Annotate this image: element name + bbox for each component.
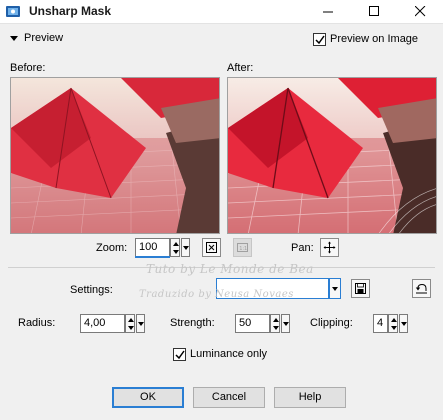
- title-bar: Unsharp Mask: [0, 0, 443, 24]
- pan-move-icon: [323, 241, 336, 254]
- reset-default-button[interactable]: [412, 279, 431, 298]
- clipping-label: Clipping:: [310, 317, 353, 329]
- minimize-icon: [322, 11, 333, 13]
- strength-label: Strength:: [170, 317, 215, 329]
- strength-dropdown-button[interactable]: [281, 314, 290, 333]
- checkmark-icon: [315, 35, 325, 45]
- zoom-actual-size-button[interactable]: 1:1: [233, 238, 252, 257]
- before-preview-picture: [11, 78, 219, 233]
- zoom-dropdown-button[interactable]: [181, 238, 190, 257]
- preview-on-image-label: Preview on Image: [330, 33, 419, 45]
- preview-on-image-checkbox[interactable]: [313, 33, 326, 46]
- reset-arrow-icon: [415, 283, 427, 294]
- window-title: Unsharp Mask: [29, 4, 112, 18]
- luminance-only-checkbox[interactable]: [173, 348, 186, 361]
- zoom-label: Zoom:: [96, 242, 128, 254]
- close-button[interactable]: [397, 0, 443, 24]
- collapse-triangle-icon: [10, 35, 18, 41]
- zoom-fit-icon: [206, 242, 217, 253]
- maximize-icon: [368, 6, 379, 16]
- minimize-button[interactable]: [305, 0, 351, 24]
- settings-dropdown-button[interactable]: [329, 278, 341, 299]
- strength-input[interactable]: 50: [235, 314, 270, 333]
- zoom-stepper[interactable]: [170, 238, 180, 257]
- preview-toggle[interactable]: Preview: [10, 32, 63, 44]
- radius-stepper[interactable]: [125, 314, 135, 333]
- maximize-button[interactable]: [351, 0, 397, 24]
- radius-label: Radius:: [18, 317, 56, 329]
- preview-toggle-label: Preview: [24, 32, 64, 44]
- ok-button[interactable]: OK: [112, 387, 184, 408]
- after-preview-image[interactable]: [227, 77, 437, 234]
- psp-app-icon: [6, 6, 20, 17]
- before-preview-image[interactable]: [10, 77, 220, 234]
- watermark-line-2: Traduzido by Neusa Novaes: [139, 289, 294, 300]
- after-preview-picture: [228, 78, 436, 233]
- radius-input[interactable]: 4,00: [80, 314, 125, 333]
- cancel-button[interactable]: Cancel: [193, 387, 265, 408]
- watermark-line-1: Tuto by Le Monde de Bea: [146, 262, 314, 276]
- pan-label: Pan:: [291, 242, 314, 254]
- settings-label: Settings:: [70, 284, 113, 296]
- clipping-dropdown-button[interactable]: [399, 314, 408, 333]
- radius-dropdown-button[interactable]: [136, 314, 145, 333]
- save-disk-icon: [355, 283, 366, 294]
- close-icon: [414, 5, 425, 17]
- checkmark-icon: [175, 350, 185, 360]
- zoom-focus-underline: [135, 256, 170, 258]
- actual-size-icon: 1:1: [237, 243, 248, 252]
- svg-text:1:1: 1:1: [239, 246, 247, 252]
- strength-stepper[interactable]: [270, 314, 280, 333]
- pan-button[interactable]: [320, 238, 339, 257]
- luminance-only-label: Luminance only: [190, 348, 268, 360]
- zoom-input[interactable]: 100: [135, 238, 170, 257]
- after-label: After:: [227, 62, 254, 74]
- help-button[interactable]: Help: [274, 387, 346, 408]
- zoom-fit-button[interactable]: [202, 238, 221, 257]
- before-label: Before:: [10, 62, 46, 74]
- clipping-stepper[interactable]: [388, 314, 398, 333]
- clipping-input[interactable]: 4: [373, 314, 388, 333]
- save-preset-button[interactable]: [351, 279, 370, 298]
